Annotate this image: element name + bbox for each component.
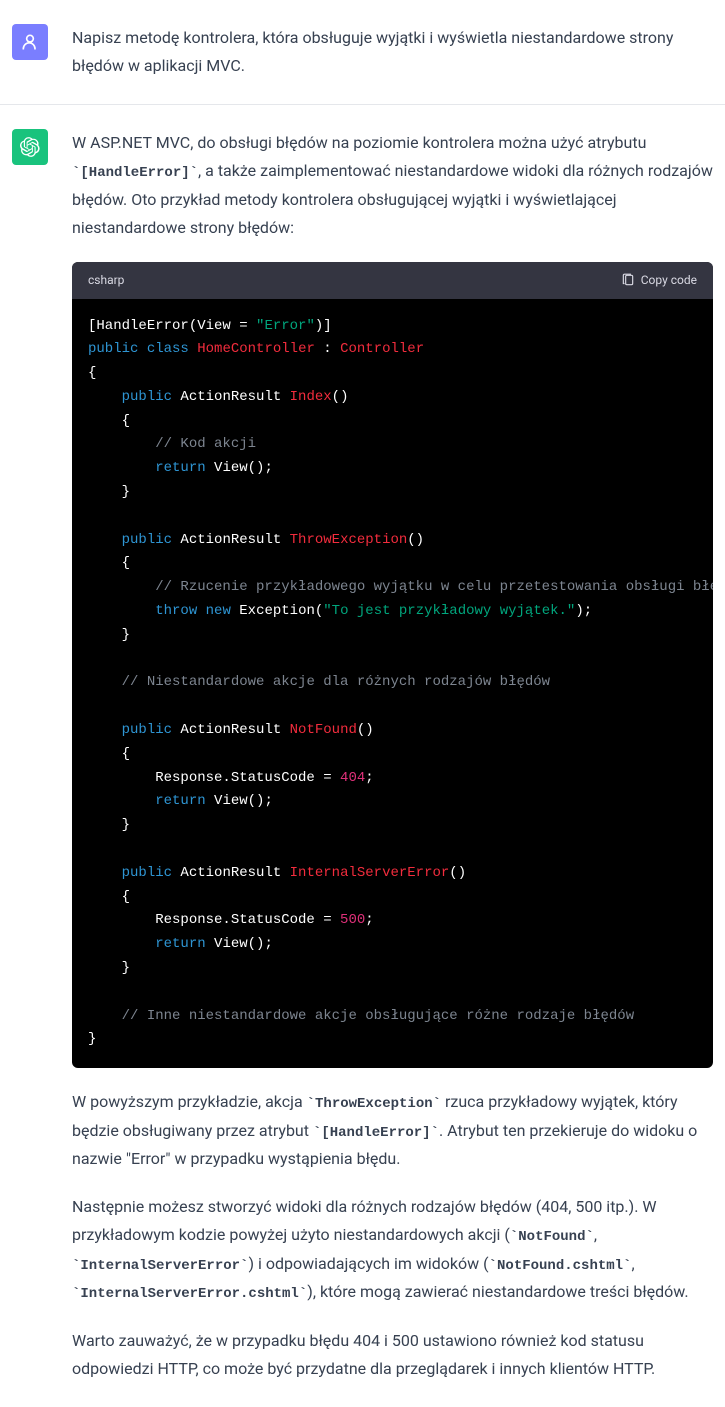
clipboard-icon xyxy=(621,273,635,287)
assistant-avatar xyxy=(12,129,48,165)
user-content: Napisz metodę kontrolera, która obsługuj… xyxy=(72,24,713,80)
explanation-paragraph-1: W powyższym przykładzie, akcja `ThrowExc… xyxy=(72,1088,713,1173)
user-text: Napisz metodę kontrolera, która obsługuj… xyxy=(72,24,713,80)
inline-code: `[HandleError]` xyxy=(72,165,198,181)
copy-code-button[interactable]: Copy code xyxy=(621,270,697,291)
assistant-content: W ASP.NET MVC, do obsługi błędów na pozi… xyxy=(72,129,713,1383)
inline-code: `NotFound.cshtml` xyxy=(489,1258,632,1274)
explanation-paragraph-3: Warto zauważyć, że w przypadku błędu 404… xyxy=(72,1327,713,1383)
assistant-message: W ASP.NET MVC, do obsługi błędów na pozi… xyxy=(0,105,725,1407)
inline-code: `NotFound` xyxy=(510,1229,594,1245)
openai-icon xyxy=(20,137,40,157)
intro-paragraph: W ASP.NET MVC, do obsługi błędów na pozi… xyxy=(72,129,713,242)
code-header: csharp Copy code xyxy=(72,262,713,299)
inline-code: `ThrowException` xyxy=(307,1096,441,1112)
inline-code: `InternalServerError` xyxy=(72,1258,248,1274)
user-message: Napisz metodę kontrolera, która obsługuj… xyxy=(0,0,725,105)
inline-code: `[HandleError]` xyxy=(313,1125,439,1141)
explanation-paragraph-2: Następnie możesz stworzyć widoki dla róż… xyxy=(72,1193,713,1307)
user-avatar xyxy=(12,24,48,60)
user-icon xyxy=(20,32,40,52)
code-block: csharp Copy code [HandleError(View = "Er… xyxy=(72,262,713,1069)
inline-code: `InternalServerError.cshtml` xyxy=(72,1286,307,1302)
code-language: csharp xyxy=(88,270,124,291)
code-content[interactable]: [HandleError(View = "Error")] public cla… xyxy=(72,299,713,1069)
